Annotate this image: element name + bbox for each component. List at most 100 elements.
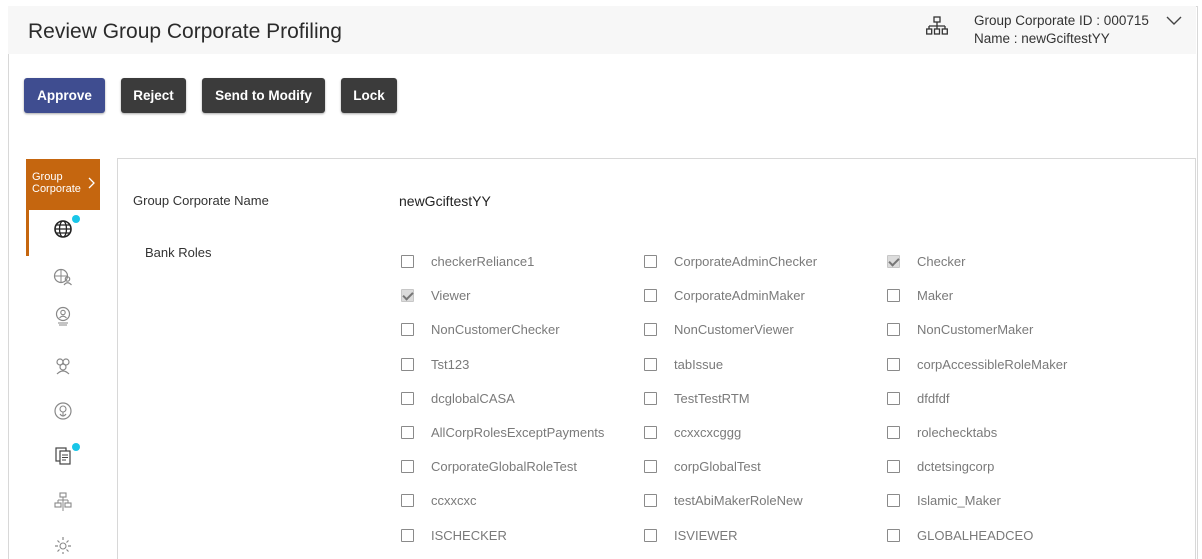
lock-button[interactable]: Lock (341, 78, 397, 113)
role-checkbox-item: AllCorpRolesExceptPayments (401, 423, 604, 441)
role-checkbox[interactable] (887, 288, 900, 302)
group-corporate-name-label: Group Corporate Name (133, 193, 269, 208)
role-checkbox-item: NonCustomerViewer (644, 320, 794, 338)
role-checkbox-item: dfdfdf (887, 389, 950, 407)
role-checkbox[interactable] (644, 493, 657, 507)
sidebar-tab-label-line1: Group (32, 171, 63, 183)
page-title: Review Group Corporate Profiling (28, 20, 342, 43)
role-checkbox[interactable] (401, 322, 414, 336)
role-label: ISVIEWER (674, 527, 738, 543)
globe-users-icon[interactable] (53, 267, 73, 287)
role-checkbox[interactable] (401, 459, 414, 473)
role-checkbox-item: CorporateAdminChecker (644, 252, 817, 270)
role-checkbox-item: dcglobalCASA (401, 389, 515, 407)
support-icon[interactable] (53, 401, 73, 421)
role-checkbox[interactable] (401, 528, 414, 542)
role-checkbox[interactable] (644, 322, 657, 336)
role-label: tabIssue (674, 356, 724, 372)
chevron-down-icon[interactable] (1166, 15, 1182, 27)
role-label: NonCustomerViewer (674, 321, 794, 337)
notification-dot (72, 215, 80, 223)
role-label: Checker (917, 253, 966, 269)
role-label: TestTestRTM (674, 390, 750, 406)
role-checkbox[interactable] (644, 425, 657, 439)
role-checkbox[interactable] (887, 459, 900, 473)
role-checkbox-item: ISVIEWER (644, 526, 738, 544)
role-label: NonCustomerMaker (917, 321, 1034, 337)
role-label: Islamic_Maker (917, 492, 1001, 508)
send-to-modify-button[interactable]: Send to Modify (202, 78, 325, 113)
role-checkbox-item: CorporateGlobalRoleTest (401, 457, 577, 475)
group-corporate-name-value: newGciftestYY (399, 193, 491, 209)
role-checkbox[interactable] (887, 528, 900, 542)
globe-icon[interactable] (53, 219, 73, 239)
reject-button[interactable]: Reject (121, 78, 186, 113)
role-checkbox[interactable] (401, 357, 414, 371)
role-label: GLOBALHEADCEO (917, 527, 1034, 543)
role-checkbox[interactable] (644, 391, 657, 405)
role-label: ccxxcxc (431, 492, 477, 508)
role-checkbox-item: Islamic_Maker (887, 491, 1001, 509)
role-label: dcglobalCASA (431, 390, 515, 406)
role-label: CorporateAdminChecker (674, 253, 818, 269)
role-checkbox[interactable] (401, 493, 414, 507)
role-checkbox[interactable] (887, 254, 900, 268)
role-checkbox-item: GLOBALHEADCEO (887, 526, 1033, 544)
sidebar-active-indicator (26, 210, 29, 256)
role-checkbox[interactable] (401, 425, 414, 439)
role-label: corpAccessibleRoleMaker (917, 356, 1068, 372)
role-label: dfdfdf (917, 390, 950, 406)
role-checkbox[interactable] (644, 288, 657, 302)
role-checkbox[interactable] (644, 528, 657, 542)
role-label: rolechecktabs (917, 424, 998, 440)
approve-button[interactable]: Approve (24, 78, 105, 113)
role-label: testAbiMakerRoleNew (674, 492, 803, 508)
sidebar-tab-label-line2: Corporate (32, 183, 81, 195)
role-label: AllCorpRolesExceptPayments (431, 424, 605, 440)
role-checkbox-item: Viewer (401, 286, 471, 304)
notification-dot (72, 443, 80, 451)
role-checkbox-item: Tst123 (401, 355, 469, 373)
role-label: Viewer (431, 287, 471, 303)
role-checkbox-item: Maker (887, 286, 953, 304)
role-checkbox-item: ccxxcxcggg (644, 423, 741, 441)
group-corporate-id: Group Corporate ID : 000715 (974, 13, 1149, 28)
role-checkbox[interactable] (644, 459, 657, 473)
role-checkbox[interactable] (401, 288, 414, 302)
role-label: ccxxcxcggg (674, 424, 742, 440)
role-label: corpGlobalTest (674, 458, 761, 474)
role-checkbox[interactable] (887, 493, 900, 507)
role-checkbox[interactable] (887, 391, 900, 405)
settings-icon[interactable] (53, 534, 73, 554)
role-checkbox[interactable] (644, 254, 657, 268)
role-checkbox-item: corpGlobalTest (644, 457, 761, 475)
role-checkbox-item: rolechecktabs (887, 423, 997, 441)
role-label: CorporateGlobalRoleTest (431, 458, 577, 474)
role-checkbox[interactable] (887, 425, 900, 439)
user-badge-icon[interactable] (53, 306, 73, 326)
role-checkbox-item: ISCHECKER (401, 526, 507, 544)
role-checkbox-item: CorporateAdminMaker (644, 286, 805, 304)
role-checkbox-item: Checker (887, 252, 965, 270)
role-label: CorporateAdminMaker (674, 287, 805, 303)
chevron-right-icon (88, 177, 95, 189)
role-label: NonCustomerChecker (431, 321, 560, 337)
group-icon[interactable] (53, 356, 73, 376)
role-checkbox[interactable] (644, 357, 657, 371)
role-checkbox-item: corpAccessibleRoleMaker (887, 355, 1067, 373)
role-checkbox-item: checkerReliance1 (401, 252, 534, 270)
role-checkbox[interactable] (401, 391, 414, 405)
role-checkbox-item: TestTestRTM (644, 389, 750, 407)
hierarchy-icon[interactable] (53, 492, 73, 512)
role-label: Tst123 (431, 356, 470, 372)
role-checkbox[interactable] (887, 322, 900, 336)
sidebar-tab-group-corporate[interactable]: Group Corporate (26, 159, 100, 210)
role-checkbox-item: tabIssue (644, 355, 723, 373)
role-label: Maker (917, 287, 954, 303)
role-checkbox-item: testAbiMakerRoleNew (644, 491, 803, 509)
role-checkbox[interactable] (401, 254, 414, 268)
documents-icon[interactable] (53, 446, 73, 466)
group-corporate-name: Name : newGciftestYY (974, 31, 1110, 46)
role-checkbox-item: ccxxcxc (401, 491, 477, 509)
role-checkbox[interactable] (887, 357, 900, 371)
